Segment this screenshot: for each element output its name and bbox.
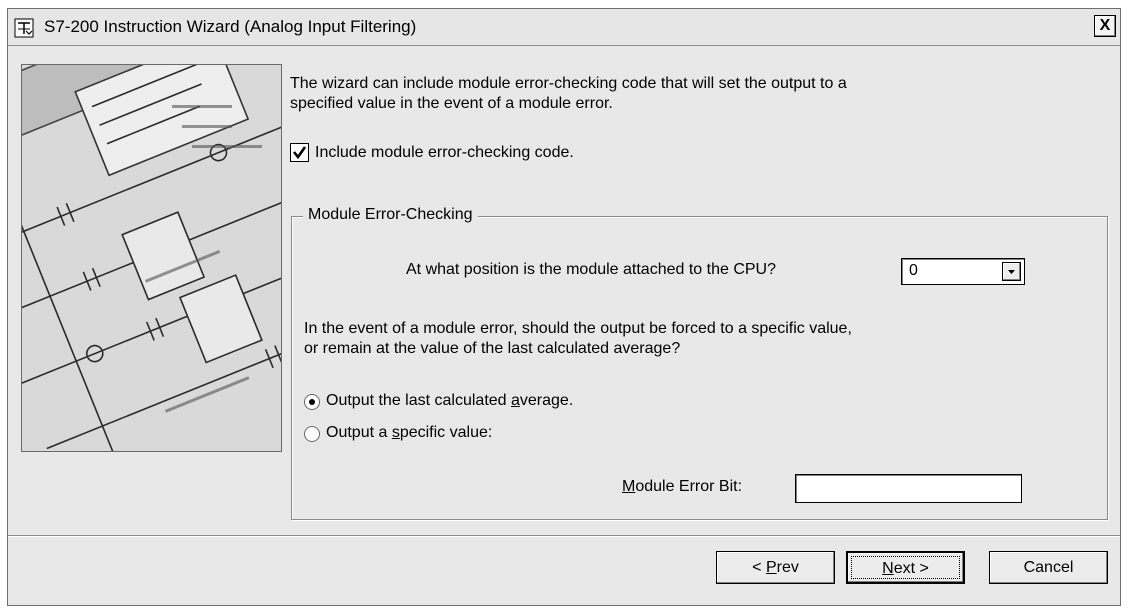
wizard-window-icon [14, 18, 34, 38]
include-error-checking-checkbox[interactable] [290, 143, 309, 162]
checkmark-icon [292, 146, 307, 160]
include-error-checking-label[interactable]: Include module error-checking code. [315, 144, 574, 162]
focus-rectangle [851, 556, 960, 579]
chevron-down-icon [1008, 270, 1015, 274]
group-title: Module Error-Checking [303, 206, 478, 224]
button-separator [8, 535, 1120, 537]
event-question-line-1: In the event of a module error, should t… [304, 320, 852, 337]
close-button[interactable]: X [1094, 15, 1116, 37]
radio-selected-dot [309, 399, 315, 405]
module-position-select[interactable]: 0 [901, 258, 1025, 285]
position-question-label: At what position is the module attached … [406, 261, 776, 278]
window-title: S7-200 Instruction Wizard (Analog Input … [44, 17, 417, 36]
cancel-button[interactable]: Cancel [989, 551, 1108, 584]
radio-output-average[interactable] [304, 394, 320, 410]
intro-text-line-2: specified value in the event of a module… [290, 95, 613, 112]
prev-button[interactable]: < Prev [716, 551, 835, 584]
intro-text-line-1: The wizard can include module error-chec… [290, 75, 847, 92]
radio-output-specific[interactable] [304, 426, 320, 442]
dropdown-arrow-button[interactable] [1002, 262, 1021, 281]
next-button[interactable]: Next > [846, 551, 965, 584]
module-error-bit-input[interactable] [795, 474, 1022, 503]
radio-output-average-label[interactable]: Output the last calculated average. [326, 392, 573, 410]
radio-output-specific-label[interactable]: Output a specific value: [326, 424, 492, 442]
title-bar[interactable]: S7-200 Instruction Wizard (Analog Input … [8, 9, 1120, 46]
wizard-side-image [21, 64, 282, 452]
event-question-line-2: or remain at the value of the last calcu… [304, 340, 681, 357]
wizard-window: S7-200 Instruction Wizard (Analog Input … [7, 8, 1121, 606]
module-error-bit-label: Module Error Bit: [622, 478, 743, 495]
module-position-value: 0 [909, 262, 918, 279]
